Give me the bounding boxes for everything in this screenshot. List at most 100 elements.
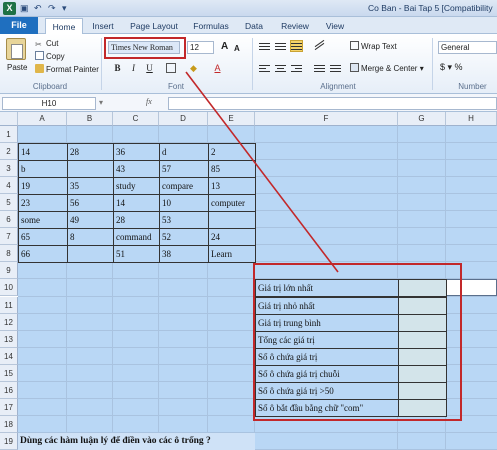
row-header-11[interactable]: 11 xyxy=(0,296,18,314)
tab-page-layout[interactable]: Page Layout xyxy=(125,18,183,34)
paste-button[interactable]: Paste xyxy=(7,62,27,73)
data-cell[interactable]: 28 xyxy=(67,143,114,162)
row-header-6[interactable]: 6 xyxy=(0,211,18,229)
column-header-e[interactable]: E xyxy=(208,112,255,126)
merge-center-button[interactable]: Merge & Center ▾ xyxy=(350,63,424,74)
tab-review[interactable]: Review xyxy=(276,18,314,34)
data-cell[interactable] xyxy=(67,160,114,179)
data-cell[interactable]: 36 xyxy=(113,143,160,162)
italic-button[interactable]: I xyxy=(128,62,139,74)
data-cell[interactable]: 10 xyxy=(159,194,209,213)
column-header-c[interactable]: C xyxy=(113,112,159,126)
data-cell[interactable]: 14 xyxy=(18,143,68,162)
save-icon[interactable]: ▣ xyxy=(20,2,29,15)
formula-input[interactable] xyxy=(168,97,497,110)
row-header-1[interactable]: 1 xyxy=(0,126,18,144)
row-header-2[interactable]: 2 xyxy=(0,143,18,161)
customize-toolbar-icon[interactable]: ▾ xyxy=(62,2,67,15)
row-header-9[interactable]: 9 xyxy=(0,262,18,280)
column-header-a[interactable]: A xyxy=(18,112,67,126)
data-cell[interactable]: 85 xyxy=(208,160,256,179)
paste-icon[interactable] xyxy=(6,38,26,60)
tab-formulas[interactable]: Formulas xyxy=(189,18,233,34)
undo-icon[interactable]: ↶ xyxy=(34,2,42,15)
column-header-g[interactable]: G xyxy=(398,112,446,126)
data-cell[interactable]: 19 xyxy=(18,177,68,196)
align-right-icon[interactable] xyxy=(291,63,302,73)
row-header-8[interactable]: 8 xyxy=(0,245,18,263)
data-cell[interactable] xyxy=(67,245,114,264)
wrap-text-button[interactable]: Wrap Text xyxy=(350,41,397,52)
tab-data[interactable]: Data xyxy=(240,18,268,34)
row-header-16[interactable]: 16 xyxy=(0,381,18,399)
fill-color-icon[interactable]: ◆ xyxy=(188,62,199,74)
row-header-17[interactable]: 17 xyxy=(0,398,18,416)
row-header-13[interactable]: 13 xyxy=(0,330,18,348)
column-header-d[interactable]: D xyxy=(159,112,208,126)
data-cell[interactable]: 35 xyxy=(67,177,114,196)
grow-font-button[interactable]: A xyxy=(221,41,228,52)
data-cell[interactable]: 24 xyxy=(208,228,256,247)
tab-insert[interactable]: Insert xyxy=(87,18,119,34)
data-cell[interactable]: 14 xyxy=(113,194,160,213)
data-cell[interactable]: 66 xyxy=(18,245,68,264)
orientation-icon[interactable] xyxy=(314,39,325,51)
data-cell[interactable]: 28 xyxy=(113,211,160,230)
row-header-18[interactable]: 18 xyxy=(0,415,18,433)
data-cell[interactable]: b xyxy=(18,160,68,179)
data-cell[interactable]: 43 xyxy=(113,160,160,179)
data-cell[interactable]: d xyxy=(159,143,209,162)
align-center-icon[interactable] xyxy=(275,63,286,73)
bold-button[interactable]: B xyxy=(112,62,123,74)
row-header-12[interactable]: 12 xyxy=(0,313,18,331)
redo-icon[interactable]: ↷ xyxy=(48,2,56,15)
column-header-h[interactable]: H xyxy=(446,112,497,126)
increase-indent-icon[interactable] xyxy=(330,63,341,73)
row-header-10[interactable]: 10 xyxy=(0,279,18,297)
data-cell[interactable]: computer xyxy=(208,194,256,213)
data-cell[interactable]: 23 xyxy=(18,194,68,213)
data-cell[interactable]: 65 xyxy=(18,228,68,247)
data-cell[interactable] xyxy=(208,211,256,230)
data-cell[interactable]: 13 xyxy=(208,177,256,196)
data-cell[interactable]: 57 xyxy=(159,160,209,179)
row-header-14[interactable]: 14 xyxy=(0,347,18,365)
data-cell[interactable]: command xyxy=(113,228,160,247)
align-top-icon[interactable] xyxy=(259,41,270,51)
data-cell[interactable]: 53 xyxy=(159,211,209,230)
borders-icon[interactable] xyxy=(166,63,176,73)
data-cell[interactable]: 8 xyxy=(67,228,114,247)
data-cell[interactable]: 56 xyxy=(67,194,114,213)
column-header-f[interactable]: F xyxy=(255,112,398,126)
tab-view[interactable]: View xyxy=(321,18,349,34)
row-header-4[interactable]: 4 xyxy=(0,177,18,195)
insert-function-button[interactable]: fx xyxy=(146,97,152,106)
font-color-icon[interactable]: A xyxy=(212,62,223,74)
row-header-3[interactable]: 3 xyxy=(0,160,18,178)
number-format-dropdown[interactable]: General xyxy=(438,41,497,54)
shrink-font-button[interactable]: A xyxy=(234,43,240,54)
row-header-19[interactable]: 19 xyxy=(0,432,18,450)
data-cell[interactable]: 49 xyxy=(67,211,114,230)
data-cell[interactable]: compare xyxy=(159,177,209,196)
select-all-corner[interactable] xyxy=(0,112,18,126)
font-size-dropdown[interactable]: 12 xyxy=(187,41,214,54)
format-painter-button[interactable]: Format Painter xyxy=(35,64,99,75)
data-cell[interactable]: Learn xyxy=(208,245,256,264)
column-header-b[interactable]: B xyxy=(67,112,113,126)
data-cell[interactable]: 38 xyxy=(159,245,209,264)
align-left-icon[interactable] xyxy=(259,63,270,73)
copy-button[interactable]: Copy xyxy=(35,51,65,62)
decrease-indent-icon[interactable] xyxy=(314,63,325,73)
data-cell[interactable]: 2 xyxy=(208,143,256,162)
cut-button[interactable]: ✂ Cut xyxy=(35,38,58,49)
currency-icon[interactable]: $ ▾ % xyxy=(440,62,463,73)
row-header-5[interactable]: 5 xyxy=(0,194,18,212)
align-middle-icon[interactable] xyxy=(275,41,286,51)
row-header-7[interactable]: 7 xyxy=(0,228,18,246)
tab-file[interactable]: File xyxy=(0,17,38,34)
tab-home[interactable]: Home xyxy=(45,18,83,34)
name-box[interactable]: H10 xyxy=(2,97,96,110)
name-box-dropdown-icon[interactable]: ▾ xyxy=(99,97,103,108)
align-bottom-icon[interactable] xyxy=(290,40,303,52)
